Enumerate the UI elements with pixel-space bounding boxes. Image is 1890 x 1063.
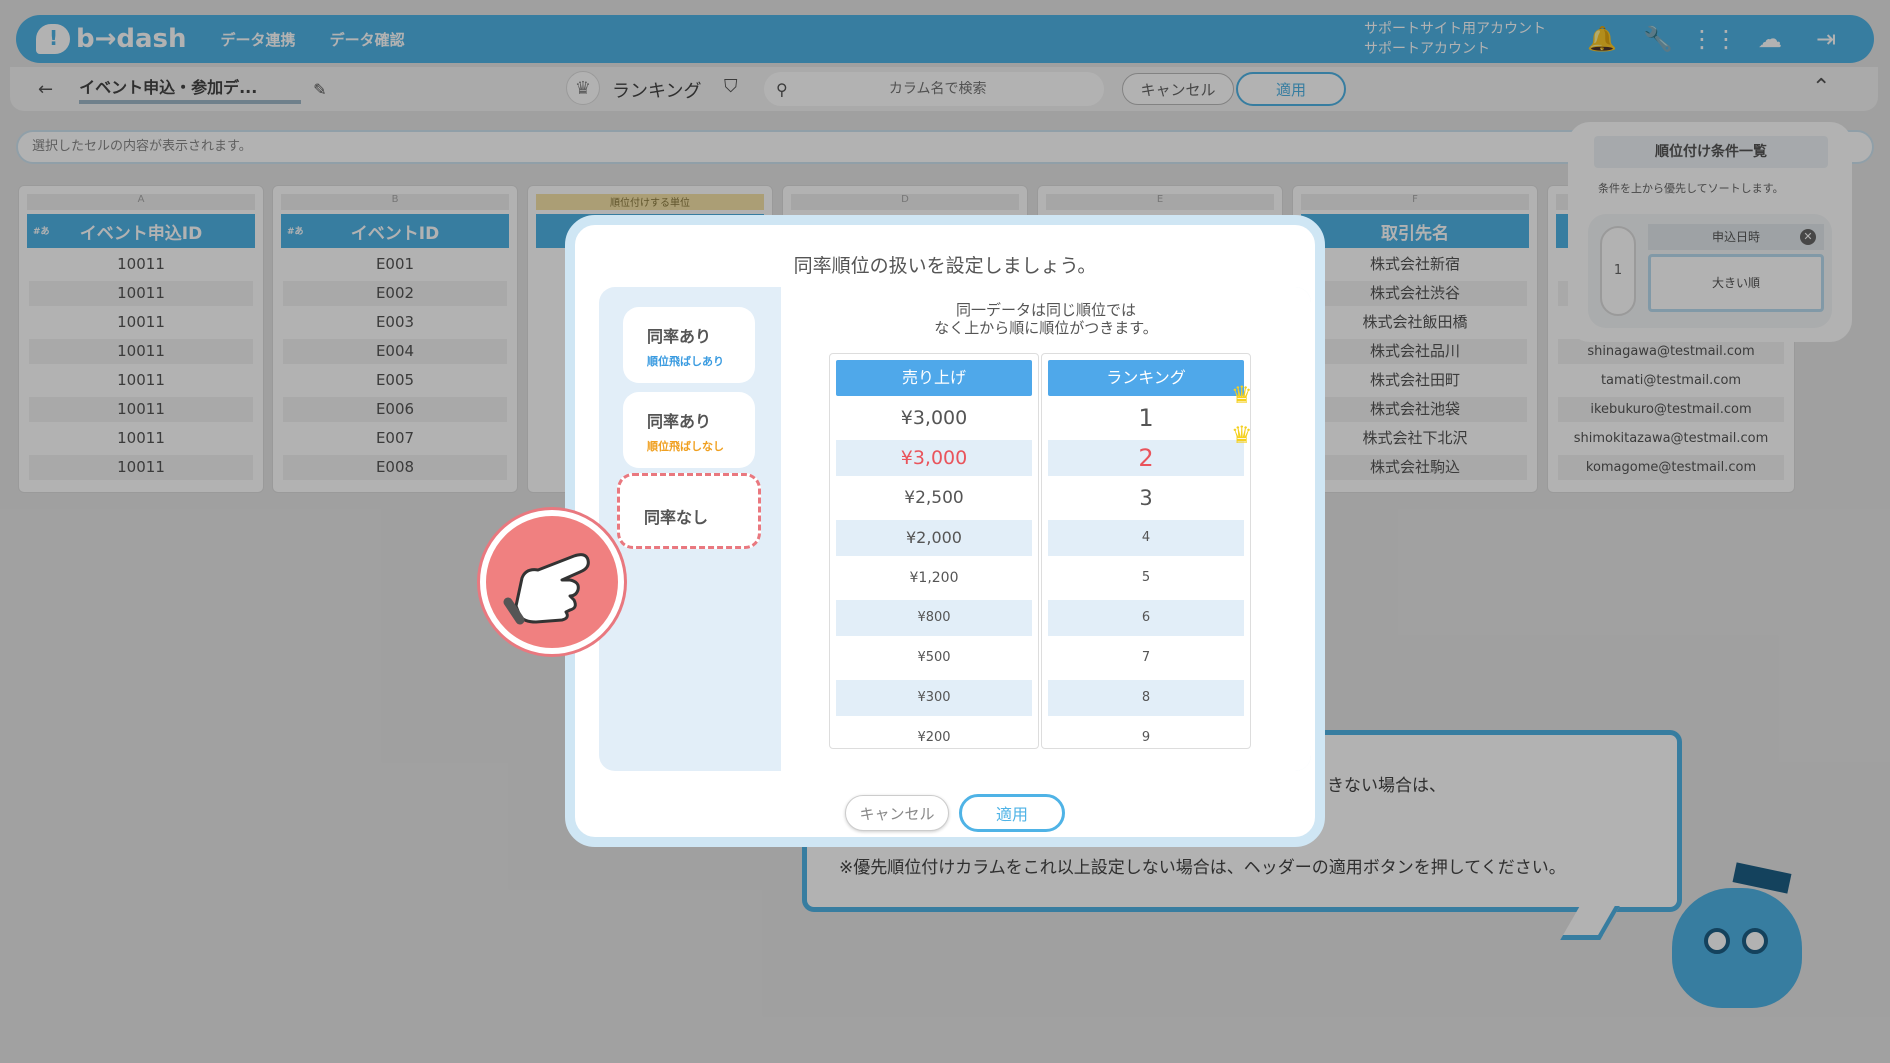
pointing-hand-graphic [503, 553, 590, 625]
option-label: 同率あり [647, 327, 712, 346]
preview-sales-cell: ¥500 [917, 650, 951, 665]
tie-handling-modal: 同率順位の扱いを設定しましょう。 同率あり 順位飛ばしあり 同率あり 順位飛ばし… [565, 215, 1325, 847]
crown-icon: ♛ [1231, 381, 1253, 409]
option-tie-skip[interactable]: 同率あり 順位飛ばしあり [623, 307, 755, 383]
preview-sales-cell: ¥300 [836, 680, 1032, 716]
preview-rank-cell: 5 [1141, 570, 1151, 585]
preview-ranking-header: ランキング [1048, 360, 1244, 396]
preview-sales-cell: ¥200 [917, 730, 951, 745]
ranking-preview: 同一データは同じ順位では なく上から順に順位がつきます。 売り上げ ¥3,000… [781, 287, 1311, 771]
preview-caption-line1: 同一データは同じ順位では [955, 301, 1136, 319]
preview-ranking-column: ランキング 1 2 3 4 5 6 7 8 9 [1041, 353, 1251, 749]
preview-sales-cell: ¥2,000 [836, 520, 1032, 556]
preview-sales-cell: ¥3,000 [900, 407, 968, 429]
preview-rank-cell: 4 [1048, 520, 1244, 556]
modal-cancel-button[interactable]: キャンセル [845, 795, 949, 831]
option-label: 同率あり [647, 412, 712, 431]
crown-icon: ♛ [1231, 421, 1253, 449]
preview-rank-cell: 7 [1141, 650, 1151, 665]
option-sublabel: 順位飛ばしあり [647, 355, 724, 368]
preview-rank-cell-highlight: 2 [1048, 440, 1244, 476]
preview-sales-column: 売り上げ ¥3,000 ¥3,000 ¥2,500 ¥2,000 ¥1,200 … [829, 353, 1039, 749]
preview-rank-cell: 1 [1138, 404, 1154, 432]
preview-rank-cell: 8 [1048, 680, 1244, 716]
preview-rank-cell: 3 [1139, 486, 1153, 510]
preview-sales-cell-highlight: ¥3,000 [836, 440, 1032, 476]
modal-apply-button[interactable]: 適用 [959, 794, 1065, 832]
pointing-hand-icon [480, 510, 624, 654]
preview-rank-cell: 6 [1048, 600, 1244, 636]
modal-title: 同率順位の扱いを設定しましょう。 [793, 255, 1097, 277]
preview-sales-cell: ¥1,200 [909, 570, 959, 586]
preview-rank-cell: 9 [1141, 730, 1151, 745]
preview-sales-cell: ¥800 [836, 600, 1032, 636]
modal-body: 同率あり 順位飛ばしあり 同率あり 順位飛ばしなし 同率なし 同一データは同じ順… [599, 287, 1311, 771]
option-sublabel: 順位飛ばしなし [647, 440, 724, 453]
preview-caption-line2: なく上から順に順位がつきます。 [934, 319, 1158, 337]
preview-sales-cell: ¥2,500 [904, 488, 964, 508]
preview-caption: 同一データは同じ順位では なく上から順に順位がつきます。 [781, 301, 1311, 337]
preview-sales-header: 売り上げ [836, 360, 1032, 396]
option-tie-noskip[interactable]: 同率あり 順位飛ばしなし [623, 392, 755, 468]
option-label: 同率なし [644, 508, 709, 527]
option-no-tie[interactable]: 同率なし [617, 473, 761, 549]
